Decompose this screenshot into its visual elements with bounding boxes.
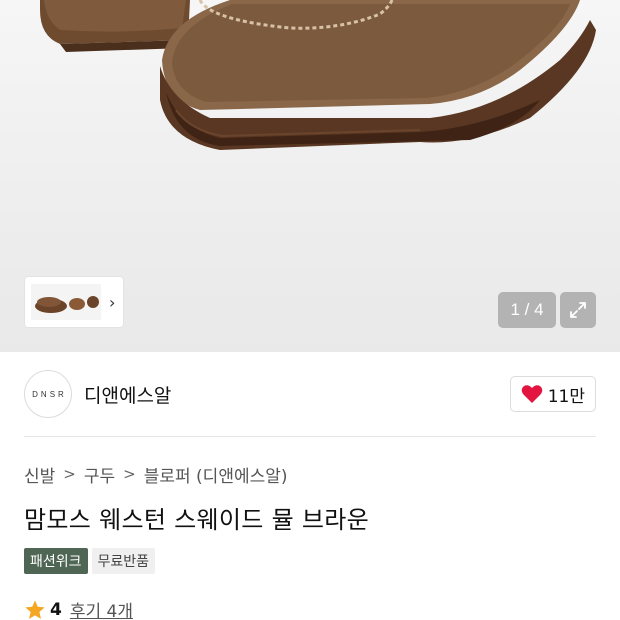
chevron-right-icon[interactable]: ›: [109, 293, 115, 312]
product-title: 맘모스 웨스턴 스웨이드 뮬 브라운: [24, 506, 370, 534]
breadcrumb: 신발 > 구두 > 블로퍼 (디앤에스알): [24, 460, 288, 488]
divider: [24, 436, 596, 437]
like-count: 11만: [547, 386, 585, 407]
heart-icon: [521, 385, 542, 403]
fashion-week-badge: 패션위크: [24, 548, 88, 574]
breadcrumb-item-bloafer[interactable]: 블로퍼 (디앤에스알): [144, 462, 288, 487]
expand-button[interactable]: [560, 292, 596, 328]
expand-icon: [570, 302, 586, 318]
rating-row: 4 후기 4개: [24, 597, 133, 620]
brand-row[interactable]: DNSR 디앤에스알 11만: [24, 368, 596, 420]
free-return-badge: 무료반품: [91, 548, 156, 574]
star-icon: [25, 599, 45, 619]
product-image-gallery[interactable]: › 1 / 4: [0, 0, 620, 352]
like-button[interactable]: 11만: [509, 376, 596, 412]
chevron-right-icon: >: [63, 465, 76, 483]
brand-name[interactable]: 디앤에스알: [84, 381, 171, 408]
thumbnail-strip[interactable]: ›: [24, 276, 124, 328]
brand-logo[interactable]: DNSR: [24, 370, 72, 418]
badge-list: 패션위크 무료반품: [24, 548, 156, 574]
image-pager: 1 / 4: [498, 292, 556, 328]
rating-value: 4: [50, 599, 62, 620]
breadcrumb-item-shoes[interactable]: 신발: [24, 462, 55, 487]
chevron-right-icon: >: [123, 465, 136, 483]
review-link[interactable]: 후기 4개: [70, 597, 133, 620]
thumbnail-image[interactable]: [31, 284, 101, 320]
breadcrumb-item-dress-shoes[interactable]: 구두: [84, 462, 115, 487]
